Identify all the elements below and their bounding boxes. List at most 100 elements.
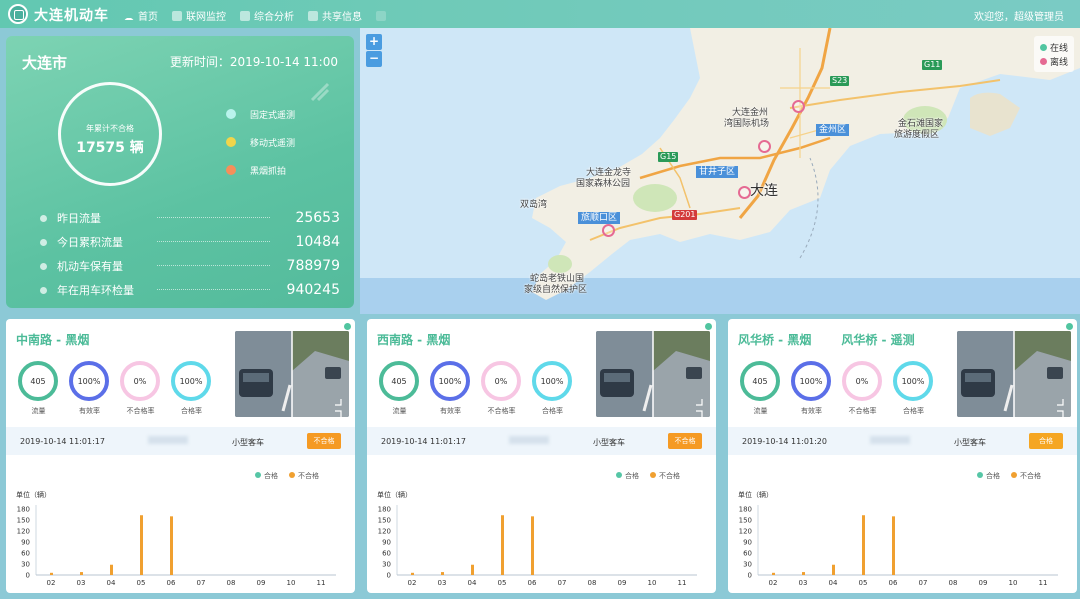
x-tick-label: 02 — [47, 579, 56, 587]
legend-item: 移动式遥测 — [226, 128, 295, 156]
x-tick-label: 05 — [859, 579, 868, 587]
y-tick-label: 150 — [739, 517, 752, 525]
user-greeting[interactable]: 欢迎您，超级管理员 — [974, 8, 1064, 23]
plate-number-blurred — [148, 436, 188, 444]
zoom-in-button[interactable]: + — [366, 34, 382, 50]
dotted-leader — [157, 264, 270, 266]
x-tick-label: 04 — [107, 579, 116, 587]
decorative-stripes-icon — [310, 82, 330, 102]
metric: 405 流量 — [740, 361, 781, 416]
legend-label: 不合格 — [1020, 471, 1041, 480]
x-tick-label: 10 — [648, 579, 657, 587]
place-label: 旅游度假区 — [894, 130, 940, 140]
metric-label: 有效率 — [801, 407, 822, 415]
home-icon — [124, 11, 134, 20]
metric-ring: 100% — [791, 361, 831, 401]
place-label: 家级自然保护区 — [524, 285, 588, 295]
record-time: 2019-10-14 11:01:17 — [20, 437, 105, 446]
camera-snapshot[interactable] — [235, 331, 349, 417]
station-title-label[interactable]: 中南路 - 黑烟 — [16, 331, 89, 348]
metric: 0% 不合格率 — [120, 361, 161, 416]
stat-row: 今日累积流量 10484 — [40, 230, 340, 254]
zoom-controls: + − — [366, 34, 382, 68]
metric-ring: 0% — [481, 361, 521, 401]
nav-monitoring[interactable]: 联网监控 — [172, 8, 226, 23]
y-tick-label: 60 — [21, 550, 30, 558]
station-marker[interactable] — [758, 140, 771, 153]
station-title-label[interactable]: 西南路 - 黑烟 — [377, 331, 450, 348]
metric: 0% 不合格率 — [842, 361, 883, 416]
nav-share[interactable]: 共享信息 — [308, 8, 362, 23]
vehicle-type: 小型客车 — [954, 438, 986, 447]
record-time: 2019-10-14 11:01:20 — [742, 437, 827, 446]
plate-number-blurred — [870, 436, 910, 444]
y-tick-label: 150 — [17, 517, 30, 525]
y-tick-label: 180 — [378, 506, 391, 514]
y-tick-label: 90 — [21, 539, 30, 547]
y-axis-label: 单位（辆） — [377, 490, 412, 499]
metric-label: 不合格率 — [848, 407, 877, 415]
x-tick-label: 09 — [257, 579, 266, 587]
station-marker[interactable] — [792, 100, 805, 113]
bullet-icon — [40, 262, 47, 270]
place-label: 蛇岛老铁山国 — [530, 274, 585, 284]
stat-row: 年在用车环检量 940245 — [40, 278, 340, 302]
nav-more[interactable] — [376, 8, 390, 23]
nav-home[interactable]: 首页 — [124, 8, 158, 23]
hourly-bar-chart: 单位（辆） 合格 不合格 0 30 60 90 120 150 180 02 03 04 05 06 07 08… — [16, 471, 336, 587]
legend-swatch — [650, 472, 656, 478]
district-label: 甘井子区 — [696, 166, 739, 178]
y-tick-label: 180 — [739, 506, 752, 514]
stat-label: 今日累积流量 — [57, 236, 123, 249]
y-tick-label: 0 — [748, 572, 752, 580]
x-tick-label: 05 — [498, 579, 507, 587]
app-title: 大连机动车 — [34, 8, 109, 24]
y-tick-label: 30 — [743, 561, 752, 569]
camera-snapshot[interactable] — [957, 331, 1071, 417]
stat-label: 机动车保有量 — [57, 260, 123, 273]
legend-dot — [226, 137, 236, 147]
zoom-out-button[interactable]: − — [366, 51, 382, 67]
station-card: 风华桥 - 黑烟 风华桥 - 遥测 405 流量 100% 有效率 0% 不合格… — [728, 319, 1077, 593]
station-marker[interactable] — [602, 224, 615, 237]
vehicle-type: 小型客车 — [232, 438, 264, 447]
bar — [501, 515, 504, 575]
station-marker[interactable] — [738, 186, 751, 199]
analysis-icon — [240, 10, 250, 21]
latest-record: 2019-10-14 11:01:20 小型客车 合格 — [728, 427, 1077, 455]
monitor-icon — [172, 10, 182, 21]
metric-label: 不合格率 — [126, 407, 155, 415]
y-tick-label: 120 — [378, 528, 391, 536]
station-title-label[interactable]: 风华桥 - 黑烟 — [738, 331, 811, 348]
offline-dot-icon — [1039, 57, 1047, 65]
city-name: 大连市 — [22, 54, 68, 72]
station-title-label[interactable]: 风华桥 - 遥测 — [841, 331, 914, 348]
nav-analysis[interactable]: 综合分析 — [240, 8, 294, 23]
nav-share-label: 共享信息 — [322, 12, 362, 23]
station-metrics: 405 流量 100% 有效率 0% 不合格率 100% 合格率 — [740, 361, 934, 416]
dotted-leader — [157, 288, 270, 290]
legend-offline: 离线 — [1039, 54, 1068, 68]
bar — [832, 564, 835, 575]
update-time-label: 更新时间： — [169, 55, 230, 69]
share-icon — [308, 10, 318, 21]
bar — [471, 564, 474, 575]
station-metrics: 405 流量 100% 有效率 0% 不合格率 100% 合格率 — [379, 361, 573, 416]
station-title: 中南路 - 黑烟 — [16, 331, 89, 348]
metric: 100% 有效率 — [69, 361, 110, 416]
stat-row: 昨日流量 25653 — [40, 206, 340, 230]
latest-record: 2019-10-14 11:01:17 小型客车 不合格 — [6, 427, 355, 455]
metric-label: 流量 — [31, 407, 46, 415]
metric: 405 流量 — [18, 361, 59, 416]
x-tick-label: 04 — [468, 579, 477, 587]
x-tick-label: 02 — [408, 579, 417, 587]
stat-row: 机动车保有量 788979 — [40, 254, 340, 278]
camera-snapshot[interactable] — [596, 331, 710, 417]
map-view[interactable]: + − 在线 离线 S23 G11 G15 G201 大连金州 湾国际机场 大连… — [360, 28, 1080, 314]
hourly-bar-chart: 单位（辆） 合格 不合格 0 30 60 90 120 150 180 02 03 04 05 06 07 08… — [738, 471, 1058, 587]
x-tick-label: 05 — [137, 579, 146, 587]
dotted-leader — [157, 216, 270, 218]
metric: 100% 有效率 — [791, 361, 832, 416]
metric: 0% 不合格率 — [481, 361, 522, 416]
x-tick-label: 08 — [588, 579, 597, 587]
